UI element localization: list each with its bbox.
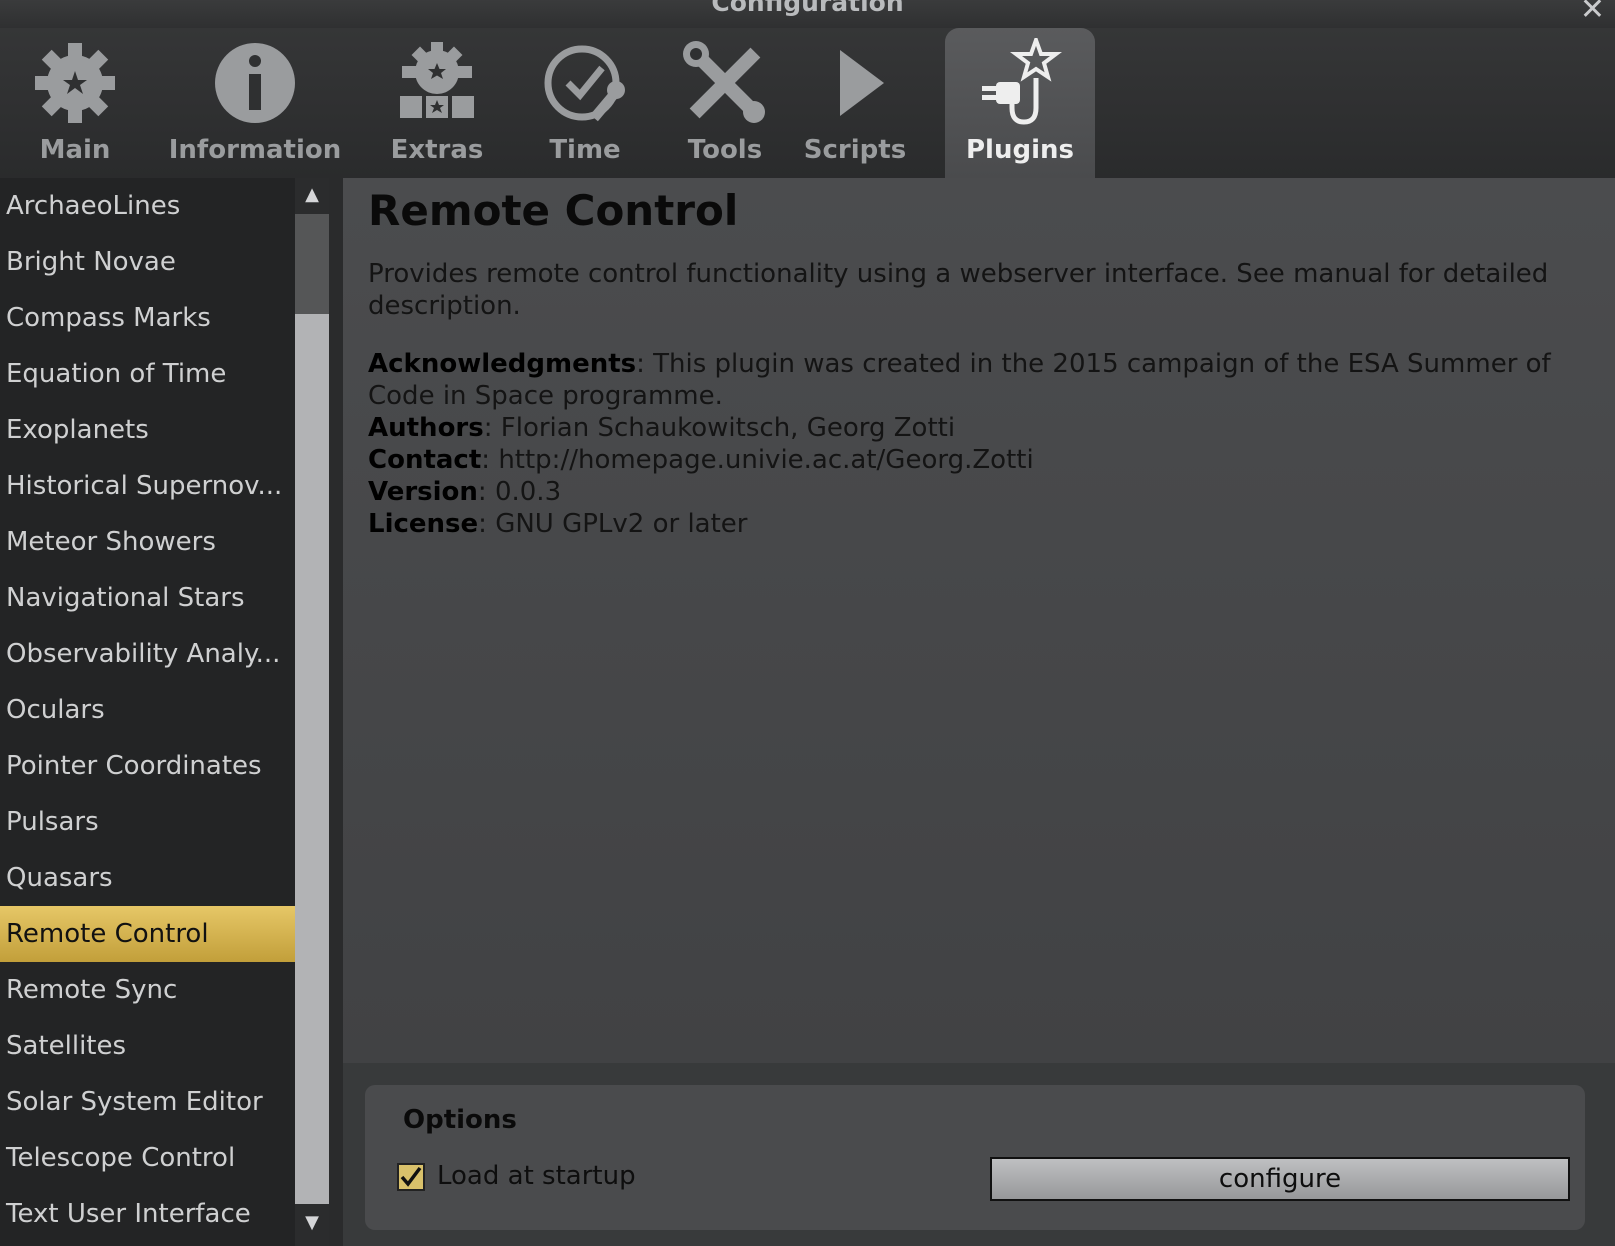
list-item[interactable]: Exoplanets (0, 402, 295, 458)
tab-scripts[interactable]: Scripts (790, 28, 920, 178)
title-bar: Configuration ✕ (0, 0, 1615, 28)
license-label: License (368, 509, 479, 539)
tab-bar: Main Information Extras Time Tools Scrip… (0, 28, 1615, 178)
list-item[interactable]: Meteor Showers (0, 514, 295, 570)
authors-value: Florian Schaukowitsch, Georg Zotti (500, 413, 956, 443)
gear-star-icon (10, 38, 140, 128)
checkmark-icon (400, 1166, 422, 1187)
list-item[interactable]: Satellites (0, 1018, 295, 1074)
plugin-list-scrollbar[interactable]: ▲ ▼ (295, 178, 329, 1246)
plugin-description: Provides remote control functionality us… (368, 259, 1549, 321)
tab-tools[interactable]: Tools (660, 28, 790, 178)
list-item[interactable]: Pulsars (0, 794, 295, 850)
plug-star-icon (945, 38, 1095, 128)
list-item[interactable]: Remote Sync (0, 962, 295, 1018)
contact-row: Contact: http://homepage.univie.ac.at/Ge… (368, 445, 1034, 475)
list-item[interactable]: Navigational Stars (0, 570, 295, 626)
plugin-details: Remote Control Provides remote control f… (343, 178, 1615, 1063)
options-title: Options (403, 1105, 517, 1135)
list-item[interactable]: Oculars (0, 682, 295, 738)
options-area: Options Load at startup configure (343, 1063, 1615, 1246)
tab-information[interactable]: Information (160, 28, 350, 178)
tab-main[interactable]: Main (10, 28, 140, 178)
plugin-meta: Acknowledgments: This plugin was created… (368, 348, 1578, 540)
license-row: License: GNU GPLv2 or later (368, 509, 748, 539)
play-icon (790, 38, 920, 128)
plugin-list: ArchaeoLines Bright Novae Compass Marks … (0, 178, 295, 1246)
info-icon (160, 38, 350, 128)
tab-label: Time (549, 135, 621, 165)
contact-label: Contact (368, 445, 482, 475)
configure-button[interactable]: configure (990, 1157, 1570, 1201)
list-item[interactable]: Pointer Coordinates (0, 738, 295, 794)
list-item[interactable]: Bright Novae (0, 234, 295, 290)
options-group: Options Load at startup configure (365, 1085, 1585, 1230)
scroll-down-icon[interactable]: ▼ (295, 1208, 329, 1238)
list-item[interactable]: Solar System Editor (0, 1074, 295, 1130)
list-item[interactable]: ArchaeoLines (0, 178, 295, 234)
tab-label: Extras (390, 135, 484, 165)
list-item[interactable]: Quasars (0, 850, 295, 906)
tab-label: Scripts (803, 135, 907, 165)
list-item-selected[interactable]: Remote Control (0, 906, 295, 962)
version-label: Version (368, 477, 478, 507)
tab-label: Main (39, 135, 111, 165)
wrench-screwdriver-icon (660, 38, 790, 128)
version-value: 0.0.3 (494, 477, 562, 507)
list-item[interactable]: Telescope Control (0, 1130, 295, 1186)
license-value: GNU GPLv2 or later (495, 509, 748, 539)
list-item[interactable]: Equation of Time (0, 346, 295, 402)
tab-label: Information (168, 135, 342, 165)
version-row: Version: 0.0.3 (368, 477, 562, 507)
scroll-track[interactable] (295, 214, 329, 1204)
list-item[interactable]: Historical Supernov... (0, 458, 295, 514)
list-item[interactable]: Compass Marks (0, 290, 295, 346)
authors-label: Authors (368, 413, 484, 443)
close-icon[interactable]: ✕ (1580, 0, 1605, 27)
tab-time[interactable]: Time (520, 28, 650, 178)
tab-label: Plugins (966, 135, 1074, 165)
tab-plugins[interactable]: Plugins (945, 28, 1095, 178)
scroll-thumb[interactable] (295, 214, 329, 314)
tab-label: Tools (687, 135, 763, 165)
scroll-up-icon[interactable]: ▲ (295, 180, 329, 210)
window-title: Configuration (711, 0, 904, 17)
list-item[interactable]: Text User Interface (0, 1186, 295, 1242)
acknowledgments-row: Acknowledgments: This plugin was created… (368, 349, 1551, 411)
gear-extras-icon (372, 38, 502, 128)
plugin-title: Remote Control (368, 186, 739, 235)
tab-extras[interactable]: Extras (372, 28, 502, 178)
acknowledgments-label: Acknowledgments (368, 349, 637, 379)
clock-wrench-icon (520, 38, 650, 128)
authors-row: Authors: Florian Schaukowitsch, Georg Zo… (368, 413, 956, 443)
contact-value: http://homepage.univie.ac.at/Georg.Zotti (498, 445, 1034, 475)
load-at-startup-checkbox[interactable] (397, 1163, 425, 1191)
list-item[interactable]: Observability Analy... (0, 626, 295, 682)
load-at-startup-label[interactable]: Load at startup (437, 1161, 636, 1191)
